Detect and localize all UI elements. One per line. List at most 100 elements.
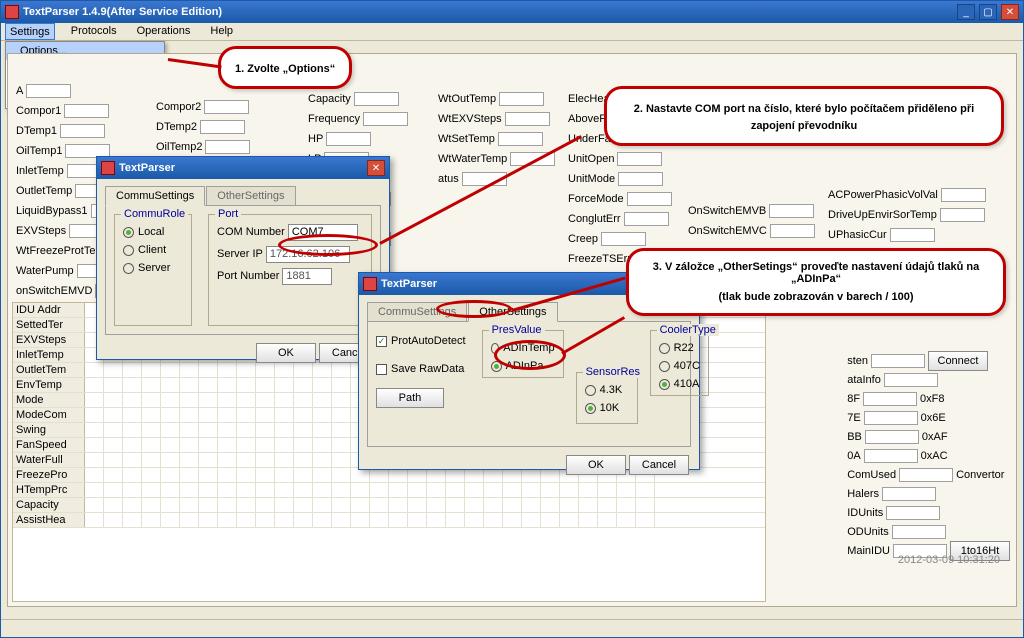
cell <box>142 393 161 407</box>
cell <box>237 423 256 437</box>
radio-adinktemp[interactable]: ADInTemp <box>491 339 555 357</box>
param-label: EXVSteps <box>16 225 66 237</box>
legend-sensor-res: SensorRes <box>583 366 643 378</box>
cell <box>161 453 180 467</box>
cell <box>465 513 484 527</box>
cell <box>237 498 256 512</box>
cell <box>218 363 237 377</box>
chk-save-raw[interactable]: Save RawData <box>376 360 466 378</box>
row-label: WaterFull <box>13 453 85 467</box>
cell <box>199 438 218 452</box>
cell <box>332 393 351 407</box>
cell <box>313 438 332 452</box>
radio-10k[interactable]: 10K <box>585 399 629 417</box>
cell <box>104 408 123 422</box>
radio-local[interactable]: Local <box>123 223 183 241</box>
dlg2-panel: ✓ProtAutoDetect Save RawData Path PresVa… <box>367 321 691 447</box>
param-value <box>498 132 543 146</box>
radio-client[interactable]: Client <box>123 241 183 259</box>
side-item: 8F0xF8 <box>847 390 1010 408</box>
radio-r22[interactable]: R22 <box>659 339 700 357</box>
cell <box>161 498 180 512</box>
radio-adinpa[interactable]: ADInPa <box>491 357 555 375</box>
dlg1-ok-button[interactable]: OK <box>256 343 316 363</box>
param-value <box>627 192 672 206</box>
side-button[interactable]: Connect <box>928 351 988 371</box>
radio-server[interactable]: Server <box>123 259 183 277</box>
param-value <box>770 224 815 238</box>
tab-other[interactable]: OtherSettings <box>206 186 295 206</box>
menu-settings[interactable]: Settings <box>5 23 55 40</box>
menu-operations[interactable]: Operations <box>133 23 195 40</box>
dlg2-ok-button[interactable]: OK <box>566 455 626 475</box>
com-number-field[interactable] <box>288 224 358 241</box>
maximize-button[interactable]: ▢ <box>979 4 997 20</box>
dlg1-title: TextParser <box>119 162 363 174</box>
param-label: Frequency <box>308 113 360 125</box>
cell <box>579 513 598 527</box>
param-value <box>60 124 105 138</box>
col-right3: ACPowerPhasicVolValDriveUpEnvirSorTempUP… <box>828 186 986 244</box>
port-number-field[interactable] <box>282 268 332 285</box>
dlg2-cancel-button[interactable]: Cancel <box>629 455 689 475</box>
side-item: 7E0x6E <box>847 409 1010 427</box>
cell <box>636 513 655 527</box>
cell <box>161 408 180 422</box>
fieldset-cooler-type: CoolerType R22 407C 410A <box>650 330 709 396</box>
cell <box>199 423 218 437</box>
param-label: OilTemp2 <box>156 141 202 153</box>
cell <box>104 378 123 392</box>
side-value <box>899 468 953 482</box>
cell <box>256 453 275 467</box>
param-field: WtEXVSteps <box>438 110 555 128</box>
tab-commu2[interactable]: CommuSettings <box>367 302 467 322</box>
cell <box>142 378 161 392</box>
cell <box>294 483 313 497</box>
param-field: OnSwitchEMVC <box>688 222 815 240</box>
cell <box>446 498 465 512</box>
table-row: Capacity <box>13 498 765 513</box>
tab-commu[interactable]: CommuSettings <box>105 186 205 206</box>
dlg1-close-button[interactable]: ✕ <box>367 160 385 176</box>
cell <box>560 483 579 497</box>
cell <box>389 483 408 497</box>
cell <box>313 363 332 377</box>
cell <box>294 438 313 452</box>
row-label: IDU Addr <box>13 303 85 317</box>
radio-410a[interactable]: 410A <box>659 375 700 393</box>
close-button[interactable]: ✕ <box>1001 4 1019 20</box>
minimize-button[interactable]: _ <box>957 4 975 20</box>
dlg-icon <box>101 161 115 175</box>
cell <box>142 513 161 527</box>
cell <box>180 378 199 392</box>
cell <box>142 363 161 377</box>
param-label: DTemp2 <box>156 121 197 133</box>
radio-407c[interactable]: 407C <box>659 357 700 375</box>
radio-43k[interactable]: 4.3K <box>585 381 629 399</box>
tab-other2[interactable]: OtherSettings <box>468 302 557 322</box>
menu-protocols[interactable]: Protocols <box>67 23 121 40</box>
param-value <box>363 112 408 126</box>
server-ip-field[interactable] <box>266 246 350 263</box>
side-value <box>884 373 938 387</box>
param-field: HP <box>308 130 427 148</box>
cell <box>218 423 237 437</box>
param-label: LiquidBypass1 <box>16 205 88 217</box>
cell <box>579 498 598 512</box>
side-item: stenConnect <box>847 352 1010 370</box>
path-button[interactable]: Path <box>376 388 444 408</box>
side-item: IDUnits <box>847 504 1010 522</box>
chk-prot-auto[interactable]: ✓ProtAutoDetect <box>376 332 466 350</box>
cell <box>237 453 256 467</box>
cell <box>218 453 237 467</box>
menu-help[interactable]: Help <box>206 23 237 40</box>
cell <box>332 378 351 392</box>
label-server-ip: Server IP <box>217 248 263 260</box>
side-label: 7E <box>847 412 860 424</box>
cell <box>617 498 636 512</box>
cell <box>294 453 313 467</box>
cell <box>332 363 351 377</box>
dlg1-tabs: CommuSettings OtherSettings <box>97 179 389 205</box>
dlg1-titlebar: TextParser ✕ <box>97 157 389 179</box>
cell <box>218 378 237 392</box>
